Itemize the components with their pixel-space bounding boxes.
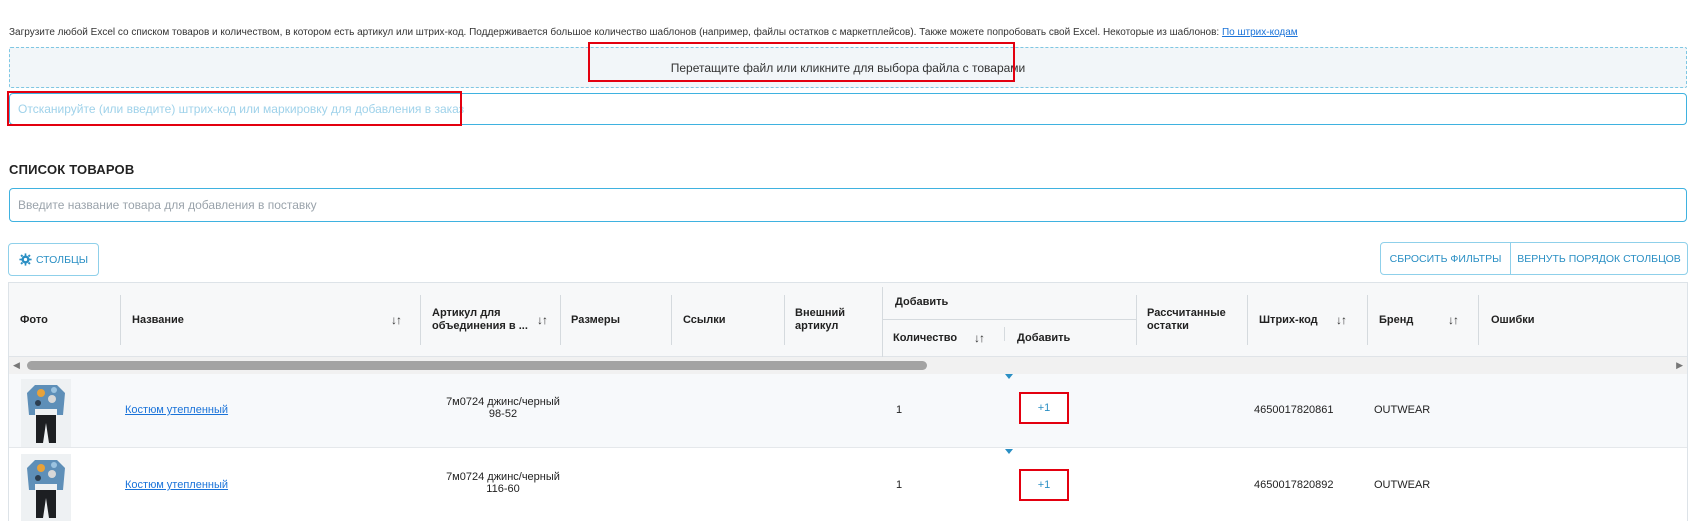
header-external-article[interactable]: Внешний артикул [795, 307, 855, 333]
product-name-link[interactable]: Костюм утепленный [125, 479, 228, 491]
quantity-cell: 1 [896, 404, 903, 416]
reset-filters-label: СБРОСИТЬ ФИЛЬТРЫ [1389, 252, 1502, 265]
template-link-barcodes[interactable]: По штрих-кодам [1222, 27, 1298, 38]
sort-brand-icon[interactable]: ↓↑ [1448, 313, 1459, 327]
brand-cell: OUTWEAR [1374, 479, 1431, 491]
header-photo[interactable]: Фото [20, 314, 48, 327]
article-line: 7м0724 джинс/черный [446, 396, 560, 408]
brand-cell: OUTWEAR [1374, 404, 1431, 416]
article-size: 116-60 [486, 483, 520, 495]
scroll-right-icon[interactable]: ▶ [1676, 360, 1683, 371]
add-one-button[interactable]: +1 [1019, 392, 1069, 424]
header-add-group: Добавить [895, 296, 949, 308]
barcode-cell: 4650017820861 [1254, 404, 1334, 416]
header-barcode[interactable]: Штрих-код [1259, 314, 1318, 327]
header-sizes[interactable]: Размеры [571, 314, 620, 327]
scrollbar-thumb[interactable] [27, 361, 927, 370]
header-quantity[interactable]: Количество [893, 332, 957, 345]
product-search-placeholder: Введите название товара для добавления в… [18, 198, 317, 212]
restore-column-order-button[interactable]: ВЕРНУТЬ ПОРЯДОК СТОЛБЦОВ [1510, 242, 1688, 275]
article-cell: 7м0724 джинс/черный 116-60 [429, 471, 577, 495]
header-links[interactable]: Ссылки [683, 314, 726, 327]
quantity-marker-icon [1005, 449, 1013, 454]
horizontal-scrollbar[interactable]: ◀ ▶ [9, 357, 1687, 374]
article-line: 7м0724 джинс/черный [446, 471, 560, 483]
header-article[interactable]: Артикул для объединения в ... [432, 307, 540, 333]
product-photo [21, 454, 71, 521]
products-table: Фото Название ↓↑ Артикул для объединения… [8, 282, 1688, 521]
sort-name-icon[interactable]: ↓↑ [391, 313, 402, 327]
file-dropzone[interactable]: Перетащите файл или кликните для выбора … [9, 47, 1687, 88]
dropzone-label: Перетащите файл или кликните для выбора … [670, 60, 1026, 75]
restore-column-order-label: ВЕРНУТЬ ПОРЯДОК СТОЛБЦОВ [1517, 252, 1681, 265]
quantity-cell: 1 [896, 479, 903, 491]
header-errors[interactable]: Ошибки [1491, 314, 1535, 327]
quantity-marker-icon [1005, 374, 1013, 379]
barcode-cell: 4650017820892 [1254, 479, 1334, 491]
header-brand[interactable]: Бренд [1379, 314, 1413, 327]
columns-button[interactable]: СТОЛБЦЫ [8, 243, 99, 276]
sort-article-icon[interactable]: ↓↑ [537, 313, 548, 327]
columns-button-label: СТОЛБЦЫ [35, 253, 89, 266]
product-list-title: СПИСОК ТОВАРОВ [9, 162, 135, 177]
gear-icon [19, 253, 32, 266]
header-name[interactable]: Название [132, 314, 184, 327]
sort-quantity-icon[interactable]: ↓↑ [974, 331, 985, 345]
intro-text: Загрузите любой Excel со списком товаров… [9, 27, 1298, 38]
article-cell: 7м0724 джинс/черный 98-52 [429, 396, 577, 420]
header-add[interactable]: Добавить [1017, 332, 1070, 345]
scroll-left-icon[interactable]: ◀ [13, 360, 20, 371]
add-one-button[interactable]: +1 [1019, 469, 1069, 501]
table-header: Фото Название ↓↑ Артикул для объединения… [9, 283, 1687, 357]
product-search-input[interactable]: Введите название товара для добавления в… [9, 188, 1687, 222]
product-name-link[interactable]: Костюм утепленный [125, 404, 228, 416]
sort-barcode-icon[interactable]: ↓↑ [1336, 313, 1347, 327]
header-calculated-stock[interactable]: Рассчитанные остатки [1147, 307, 1237, 333]
intro-description: Загрузите любой Excel со списком товаров… [9, 27, 1220, 38]
barcode-scan-placeholder: Отсканируйте (или введите) штрих-код или… [18, 102, 465, 116]
table-row: Костюм утепленный 7м0724 джинс/черный 98… [9, 374, 1687, 448]
article-size: 98-52 [488, 408, 518, 420]
barcode-scan-input[interactable]: Отсканируйте (или введите) штрих-код или… [9, 93, 1687, 125]
reset-filters-button[interactable]: СБРОСИТЬ ФИЛЬТРЫ [1380, 242, 1511, 275]
table-row: Костюм утепленный 7м0724 джинс/черный 11… [9, 449, 1687, 521]
product-photo [21, 379, 71, 447]
